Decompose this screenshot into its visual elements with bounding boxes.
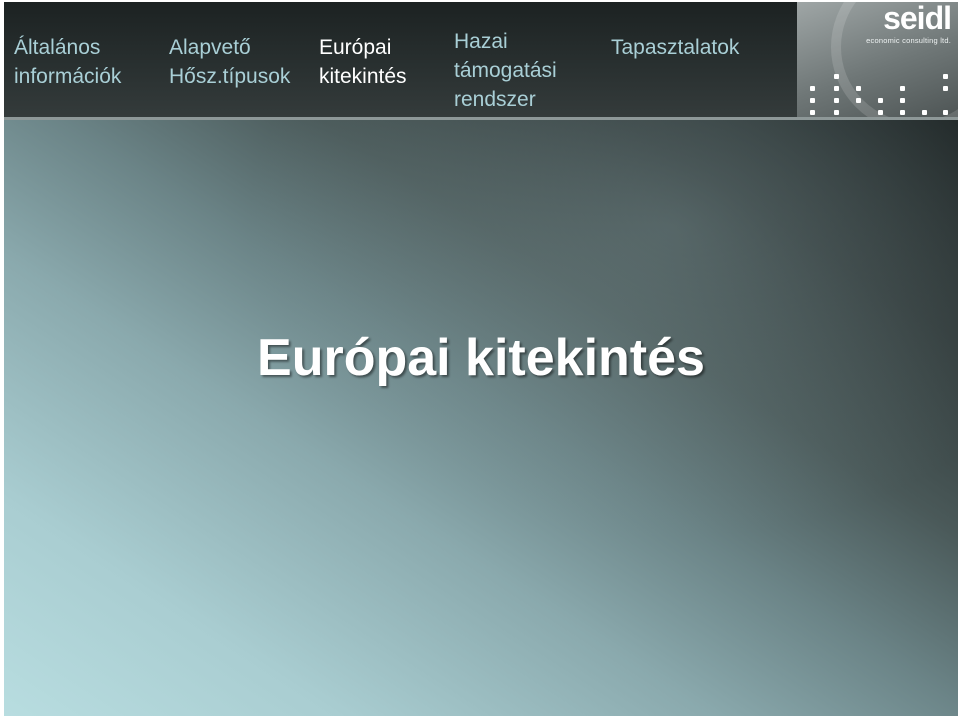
nav-item-altalanos-informaciok[interactable]: Általános információk <box>14 33 121 91</box>
company-logo: seidl economic consulting ltd. <box>797 2 958 117</box>
slide-content-area: Európai kitekintés <box>4 120 958 716</box>
nav-item-label-line: információk <box>14 65 122 88</box>
nav-item-label-line: Alapvető <box>169 36 251 59</box>
nav-item-europai-kitekintes[interactable]: Európai kitekintés <box>319 33 407 91</box>
nav-item-label-line: Hősz.típusok <box>169 65 291 88</box>
nav-item-alapveto-hosz-tipusok[interactable]: Alapvető Hősz.típusok <box>169 33 290 91</box>
nav-item-label-line: Tapasztalatok <box>611 36 740 59</box>
nav-item-tapasztalatok[interactable]: Tapasztalatok <box>611 33 739 62</box>
nav-item-label-line: Európai <box>319 36 392 59</box>
background-highlight <box>4 120 958 716</box>
nav-item-label-line: Hazai <box>454 30 508 53</box>
logo-dot-pattern <box>810 74 948 115</box>
nav-item-hazai-tamogatasi-rendszer[interactable]: Hazai támogatási rendszer <box>454 27 557 114</box>
nav-item-label-line: Általános <box>14 36 101 59</box>
nav-item-label-line: kitekintés <box>319 65 407 88</box>
slide-title: Európai kitekintés <box>257 329 705 387</box>
nav-item-label-line: támogatási <box>454 59 557 82</box>
nav-item-label-line: rendszer <box>454 88 536 111</box>
slide: Általános információk Alapvető Hősz.típu… <box>0 0 960 718</box>
